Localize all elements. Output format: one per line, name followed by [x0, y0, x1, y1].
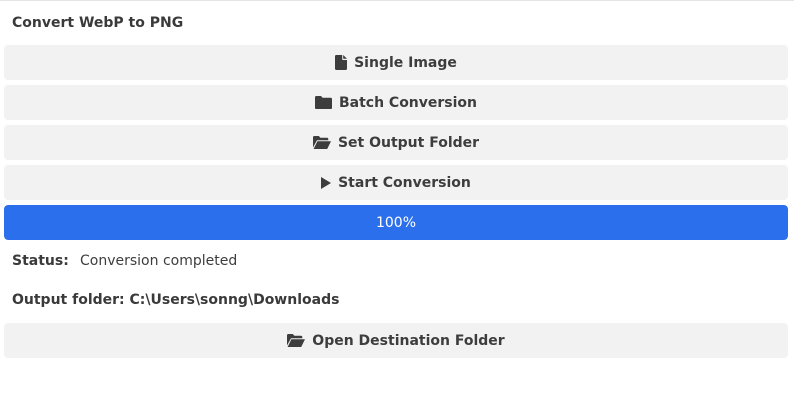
batch-conversion-label: Batch Conversion — [338, 94, 478, 111]
single-image-label: Single Image — [354, 54, 457, 71]
start-conversion-label: Start Conversion — [338, 174, 471, 191]
folder-open-icon — [312, 136, 331, 149]
app-title: Convert WebP to PNG — [12, 15, 184, 31]
folder-open-icon — [287, 334, 306, 347]
output-folder-text: Output folder: C:\Users\sonng\Downloads — [12, 292, 340, 308]
folder-icon — [314, 96, 332, 109]
batch-conversion-button[interactable]: Batch Conversion — [4, 85, 788, 120]
set-output-folder-button[interactable]: Set Output Folder — [4, 125, 788, 160]
open-destination-folder-button[interactable]: Open Destination Folder — [4, 323, 788, 358]
conversion-progress-bar: 100% — [4, 205, 788, 240]
file-icon — [335, 55, 348, 70]
status-value: Conversion completed — [80, 253, 238, 269]
progress-text: 100% — [375, 214, 417, 231]
top-divider — [0, 0, 794, 1]
set-output-folder-label: Set Output Folder — [337, 134, 480, 151]
single-image-button[interactable]: Single Image — [4, 45, 788, 80]
status-label: Status: — [12, 253, 69, 269]
play-icon — [321, 176, 332, 189]
open-destination-folder-label: Open Destination Folder — [312, 332, 505, 349]
start-conversion-button[interactable]: Start Conversion — [4, 165, 788, 200]
status-row: Status: Conversion completed — [12, 253, 237, 269]
